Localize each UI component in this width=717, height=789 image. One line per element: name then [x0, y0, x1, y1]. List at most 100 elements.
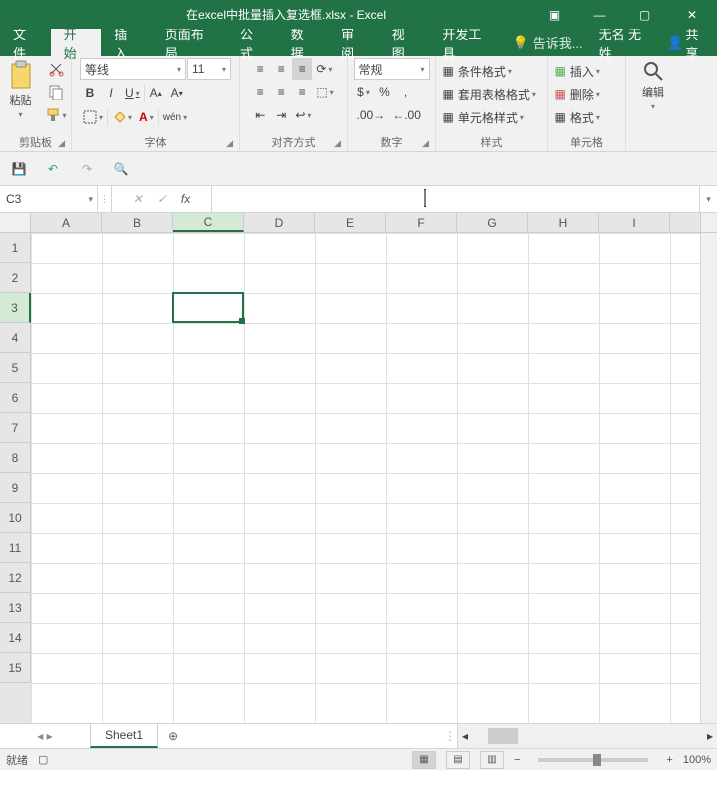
- page-layout-view-button[interactable]: ▤: [446, 751, 470, 769]
- font-color-button[interactable]: A: [136, 106, 157, 128]
- tab-split[interactable]: ⋮: [443, 724, 457, 748]
- col-header-G[interactable]: G: [457, 213, 528, 232]
- format-as-table-button[interactable]: ▦套用表格格式: [440, 83, 544, 105]
- redo-button[interactable]: ↷: [74, 156, 100, 182]
- zoom-slider[interactable]: [538, 758, 648, 762]
- tab-insert[interactable]: 插入: [101, 29, 152, 56]
- copy-button[interactable]: [42, 81, 70, 103]
- row-header-2[interactable]: 2: [0, 263, 31, 293]
- row-header-9[interactable]: 9: [0, 473, 31, 503]
- align-bottom-button[interactable]: ≡: [292, 58, 312, 80]
- col-header-D[interactable]: D: [244, 213, 315, 232]
- col-header-H[interactable]: H: [528, 213, 599, 232]
- find-select-button[interactable]: 编辑 ▾: [630, 58, 676, 124]
- merge-button[interactable]: ⬚: [313, 81, 336, 103]
- print-preview-button[interactable]: 🔍: [108, 156, 134, 182]
- increase-indent-button[interactable]: ⇥: [271, 104, 291, 126]
- page-break-view-button[interactable]: ▥: [480, 751, 504, 769]
- name-box-expand[interactable]: ⋮: [98, 186, 112, 212]
- insert-function-button[interactable]: fx: [181, 192, 190, 206]
- tab-data[interactable]: 数据: [278, 29, 329, 56]
- phonetic-button[interactable]: wén: [160, 106, 190, 128]
- tell-me[interactable]: 💡告诉我...: [505, 29, 591, 56]
- row-header-15[interactable]: 15: [0, 653, 31, 683]
- cells-grid[interactable]: [31, 233, 700, 723]
- col-header-C[interactable]: C: [173, 213, 244, 232]
- orientation-button[interactable]: ⟳: [313, 58, 335, 80]
- save-button[interactable]: 💾: [6, 156, 32, 182]
- macro-record-icon[interactable]: ▢: [38, 753, 48, 766]
- align-middle-button[interactable]: ≡: [271, 58, 291, 80]
- col-header-I[interactable]: I: [599, 213, 670, 232]
- vertical-scrollbar[interactable]: [700, 233, 717, 723]
- align-center-button[interactable]: ≡: [271, 81, 291, 103]
- font-launcher[interactable]: ◢: [226, 138, 233, 149]
- alignment-launcher[interactable]: ◢: [334, 138, 341, 149]
- share-button[interactable]: 👤共享: [659, 29, 717, 56]
- decrease-indent-button[interactable]: ⇤: [250, 104, 270, 126]
- decrease-font-button[interactable]: A▾: [167, 82, 187, 104]
- sheet-nav[interactable]: ◂ ▸: [0, 724, 90, 748]
- row-header-11[interactable]: 11: [0, 533, 31, 563]
- row-header-13[interactable]: 13: [0, 593, 31, 623]
- row-header-6[interactable]: 6: [0, 383, 31, 413]
- increase-font-button[interactable]: A▴: [146, 82, 166, 104]
- bold-button[interactable]: B: [80, 82, 100, 104]
- clipboard-launcher[interactable]: ◢: [58, 138, 65, 149]
- ribbon-opts-icon[interactable]: ▣: [532, 0, 577, 29]
- col-header-E[interactable]: E: [315, 213, 386, 232]
- italic-button[interactable]: I: [101, 82, 121, 104]
- col-header-B[interactable]: B: [102, 213, 173, 232]
- font-size-combo[interactable]: 11▾: [187, 58, 231, 80]
- select-all-corner[interactable]: [0, 213, 31, 232]
- comma-button[interactable]: ,: [396, 81, 416, 103]
- row-header-14[interactable]: 14: [0, 623, 31, 653]
- percent-button[interactable]: %: [375, 81, 395, 103]
- tab-file[interactable]: 文件: [0, 29, 51, 56]
- row-header-7[interactable]: 7: [0, 413, 31, 443]
- cut-button[interactable]: [42, 58, 70, 80]
- align-right-button[interactable]: ≡: [292, 81, 312, 103]
- number-launcher[interactable]: ◢: [422, 138, 429, 149]
- confirm-edit-button[interactable]: ✓: [157, 192, 167, 206]
- align-top-button[interactable]: ≡: [250, 58, 270, 80]
- cell-styles-button[interactable]: ▦单元格样式: [440, 106, 544, 128]
- font-name-combo[interactable]: 等线▾: [80, 58, 186, 80]
- row-header-1[interactable]: 1: [0, 233, 31, 263]
- row-header-3[interactable]: 3: [0, 293, 31, 323]
- delete-cells-button[interactable]: ▦删除: [552, 83, 622, 105]
- fill-handle[interactable]: [239, 318, 245, 324]
- formula-input[interactable]: [212, 186, 699, 212]
- row-header-5[interactable]: 5: [0, 353, 31, 383]
- number-format-combo[interactable]: 常规▾: [354, 58, 430, 80]
- col-header-F[interactable]: F: [386, 213, 457, 232]
- cancel-edit-button[interactable]: ✕: [133, 192, 143, 206]
- expand-formula-bar[interactable]: ▾: [699, 186, 717, 212]
- col-header-A[interactable]: A: [31, 213, 102, 232]
- insert-cells-button[interactable]: ▦插入: [552, 60, 622, 82]
- normal-view-button[interactable]: ▦: [412, 751, 436, 769]
- account-name[interactable]: 无名 无姓: [591, 29, 660, 56]
- tab-developer[interactable]: 开发工具: [429, 29, 504, 56]
- row-header-8[interactable]: 8: [0, 443, 31, 473]
- row-header-10[interactable]: 10: [0, 503, 31, 533]
- conditional-formatting-button[interactable]: ▦条件格式: [440, 60, 544, 82]
- align-left-button[interactable]: ≡: [250, 81, 270, 103]
- tab-page-layout[interactable]: 页面布局: [152, 29, 227, 56]
- decrease-decimal-button[interactable]: ←.00: [389, 104, 424, 126]
- tab-formulas[interactable]: 公式: [227, 29, 278, 56]
- wrap-text-button[interactable]: ↩: [292, 104, 314, 126]
- maximize-button[interactable]: ▢: [622, 0, 667, 29]
- zoom-in-button[interactable]: +: [666, 754, 672, 766]
- underline-button[interactable]: U: [122, 82, 143, 104]
- minimize-button[interactable]: —: [577, 0, 622, 29]
- paste-button[interactable]: 粘贴 ▾: [2, 58, 40, 124]
- accounting-button[interactable]: $: [354, 81, 374, 103]
- selected-cell[interactable]: [172, 292, 244, 323]
- tab-view[interactable]: 视图: [379, 29, 430, 56]
- name-box[interactable]: C3▾: [0, 186, 98, 212]
- row-header-12[interactable]: 12: [0, 563, 31, 593]
- fill-color-button[interactable]: [109, 106, 135, 128]
- zoom-level[interactable]: 100%: [683, 754, 711, 766]
- tab-home[interactable]: 开始: [51, 29, 102, 56]
